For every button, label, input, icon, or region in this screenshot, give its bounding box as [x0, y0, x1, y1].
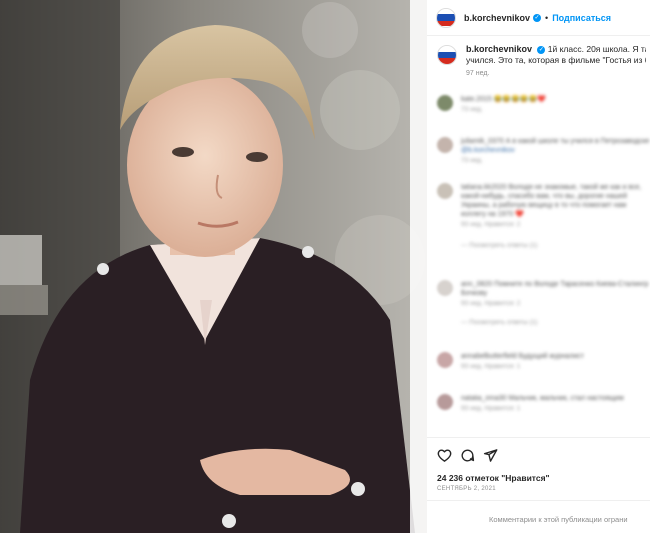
comment-text: Украины, а рабочую вещицу в то что помог… [461, 202, 627, 209]
comment-text: коллегу на 1970 ❤️ [461, 211, 524, 218]
caption-age: 97 нед. [466, 70, 490, 77]
caption-avatar[interactable] [437, 45, 457, 65]
avatar[interactable] [436, 7, 456, 28]
comment-meta: 73 нед. [461, 106, 483, 113]
comment-meta: 93 нед. Нравится: 1 [461, 405, 521, 412]
comment-text: Бочкову [461, 290, 488, 297]
comment-item: juliamik_0370 А в какой школе ты учился … [437, 137, 649, 164]
follow-button[interactable]: Подписаться [552, 13, 611, 23]
post-side-panel: b.korchevnikov ✓ • Подписаться b.korchev… [427, 0, 650, 533]
like-count[interactable]: 24 236 отметок "Нравится" [437, 473, 550, 483]
footer-note: Комментарии к этой публикации ограни [489, 515, 628, 524]
comment-text: natalia_irina30 Мальчик, мальчик, стал н… [461, 395, 624, 402]
comment-text: tatiana.kk2020 Володя не знакомые, такой… [461, 184, 642, 191]
comments-restricted-footer: Комментарии к этой публикации ограни [427, 500, 650, 533]
comment-item: annabelbutterfield Будущий журналист 93 … [437, 352, 584, 370]
separator-dot: • [545, 12, 549, 23]
comment-meta: 93 нед. Нравится: 2 [461, 300, 521, 307]
comment-text: ann_0820 Помните по Володе Тарасенко Кие… [461, 281, 649, 288]
heart-icon[interactable] [437, 448, 452, 468]
caption-username[interactable]: b.korchevnikov [466, 44, 532, 54]
commenter-avatar[interactable] [437, 137, 453, 153]
post-caption: b.korchevnikov ✓ 1й класс. 20я школа. Я … [437, 44, 650, 77]
comment-text: annabelbutterfield Будущий журналист [461, 353, 584, 360]
comment-text: juliamik_0370 А в какой школе ты учился … [461, 138, 650, 145]
comment-text: @b.korchevnikov [461, 147, 515, 154]
comment-item: natalia_irina30 Мальчик, мальчик, стал н… [437, 394, 624, 412]
post-header: b.korchevnikov ✓ • Подписаться [427, 0, 650, 36]
commenter-avatar[interactable] [437, 394, 453, 410]
comment-item: ann_0820 Помните по Володе Тарасенко Кие… [437, 280, 648, 326]
verified-icon: ✓ [533, 13, 542, 22]
post-date: СЕНТЯБРЬ 2, 2021 [437, 486, 496, 492]
caption-text: 1й класс. 20я школа. Я там то [547, 44, 646, 54]
verified-icon: ✓ [537, 45, 546, 54]
commenter-avatar[interactable] [437, 95, 453, 111]
comment-meta: 93 нед. Нравится: 2 [461, 221, 521, 228]
post-photo-image [0, 0, 427, 533]
commenter-avatar[interactable] [437, 183, 453, 199]
comment-meta: 93 нед. Нравится: 1 [461, 363, 521, 370]
comment-text: какой-нибудь, спасибо вам, что вы, дорог… [461, 193, 628, 200]
commenter-avatar[interactable] [437, 352, 453, 368]
caption-text-line2: учился. Это та, которая в фильме "Гостья… [466, 55, 646, 65]
post-photo [0, 0, 427, 533]
comment-meta: 73 нед. [461, 157, 483, 164]
comment-icon[interactable] [460, 448, 475, 468]
comment-text: kate.2015 😂😂😂😂😂❤️ [461, 96, 546, 103]
comment-item: kate.2015 😂😂😂😂😂❤️ 73 нед. [437, 95, 546, 113]
action-bar [427, 437, 650, 474]
share-icon[interactable] [483, 448, 498, 468]
view-replies[interactable]: — Посмотреть ответы (1) [461, 319, 648, 326]
view-replies[interactable]: — Посмотреть ответы (1) [461, 242, 641, 249]
username[interactable]: b.korchevnikov [464, 13, 530, 23]
commenter-avatar[interactable] [437, 280, 453, 296]
comment-item: tatiana.kk2020 Володя не знакомые, такой… [437, 183, 641, 249]
